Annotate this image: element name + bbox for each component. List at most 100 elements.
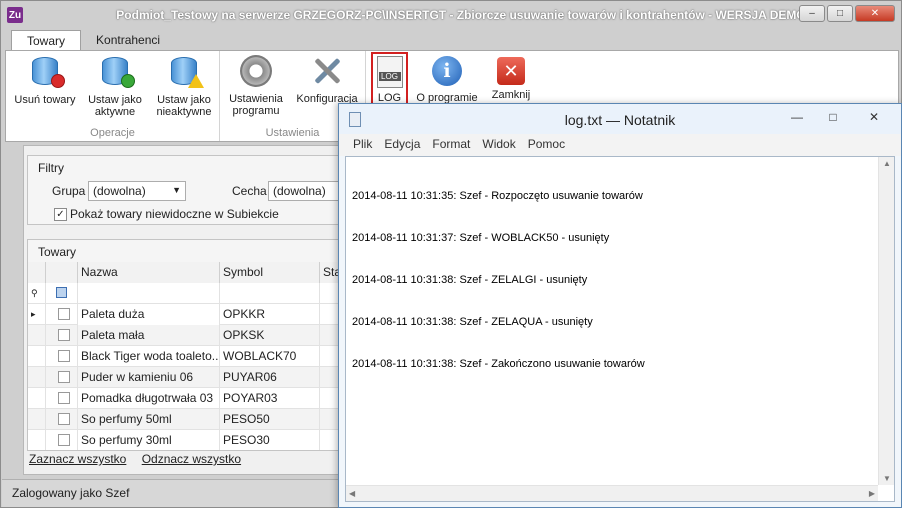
row-indicator: ▸ (28, 304, 46, 325)
row-checkbox[interactable] (58, 329, 70, 341)
program-settings-button[interactable]: Ustawienia programu (224, 53, 288, 117)
log-file-tag: LOG (378, 72, 401, 81)
cell-symbol: PESO50 (220, 409, 320, 430)
program-settings-label-1: Ustawienia (229, 93, 283, 105)
products-title: Towary (38, 245, 77, 259)
header-check-cell (46, 262, 78, 283)
table-row[interactable]: Black Tiger woda toaleto... WOBLACK70 (28, 346, 342, 367)
selection-links: Zaznacz wszystko Odznacz wszystko (29, 452, 253, 466)
notepad-window-controls: — □ ✕ (779, 106, 897, 128)
program-settings-label-2: programu (232, 105, 280, 117)
table-row[interactable]: Paleta mała OPKSK (28, 325, 342, 346)
maximize-button[interactable]: □ (827, 5, 853, 22)
group-select[interactable]: (dowolna) ▼ (88, 181, 186, 201)
tab-kontrahenci[interactable]: Kontrahenci (81, 30, 175, 51)
feature-select-value: (dowolna) (273, 184, 326, 198)
scroll-right-icon[interactable]: ▶ (869, 489, 875, 498)
products-group: Towary Nazwa Symbol Sta ⚲ ▸ Paleta duża … (27, 239, 343, 451)
tab-towary[interactable]: Towary (11, 30, 82, 51)
log-line: 2014-08-11 10:31:38: Szef - Zakończono u… (352, 358, 645, 370)
header-indicator-cell (28, 262, 46, 283)
cell-nazwa: Pomadka długotrwała 03 (78, 388, 220, 409)
notepad-minimize-button[interactable]: — (779, 106, 815, 128)
cell-symbol: OPKKR (220, 304, 320, 325)
notepad-window: log.txt — Notatnik — □ ✕ Plik Edycja For… (338, 103, 902, 508)
vertical-scrollbar[interactable]: ▲ ▼ (878, 157, 894, 485)
show-hidden-label: Pokaż towary niewidoczne w Subiekcie (70, 207, 279, 221)
notepad-close-button[interactable]: ✕ (851, 106, 897, 128)
close-app-button[interactable]: ✕ Zamknij (486, 53, 536, 101)
row-checkbox[interactable] (58, 413, 70, 425)
menu-widok[interactable]: Widok (476, 134, 521, 156)
scroll-up-icon[interactable]: ▲ (883, 159, 891, 168)
info-icon: i (432, 56, 462, 86)
horizontal-scrollbar[interactable]: ◀ ▶ (346, 485, 878, 501)
notepad-menu-bar: Plik Edycja Format Widok Pomoc (339, 134, 901, 156)
menu-pomoc[interactable]: Pomoc (522, 134, 571, 156)
ribbon-tabs: Towary Kontrahenci (11, 30, 175, 51)
filter-pin-icon: ⚲ (28, 283, 46, 304)
scroll-left-icon[interactable]: ◀ (349, 489, 355, 498)
table-row[interactable]: So perfumy 50ml PESO50 (28, 409, 342, 430)
log-line: 2014-08-11 10:31:38: Szef - ZELAQUA - us… (352, 316, 593, 328)
menu-edycja[interactable]: Edycja (378, 134, 426, 156)
filter-check-cell (46, 283, 78, 304)
filter-select-icon[interactable] (56, 287, 67, 298)
show-hidden-checkbox[interactable]: ✓ (54, 208, 67, 221)
notepad-text-area[interactable]: 2014-08-11 10:31:35: Szef - Rozpoczęto u… (345, 156, 895, 502)
cell-nazwa: Black Tiger woda toaleto... (78, 346, 220, 367)
delete-products-button[interactable]: Usuń towary (10, 53, 80, 106)
row-checkbox[interactable] (58, 350, 70, 362)
table-row[interactable]: Puder w kamieniu 06 PUYAR06 (28, 367, 342, 388)
cell-nazwa: Paleta duża (78, 304, 220, 325)
log-line: 2014-08-11 10:31:38: Szef - ZELALGI - us… (352, 274, 588, 286)
set-active-button[interactable]: Ustaw jako aktywne (82, 53, 148, 118)
menu-format[interactable]: Format (426, 134, 476, 156)
close-button[interactable]: ✕ (855, 5, 895, 22)
group-select-value: (dowolna) (93, 184, 146, 198)
gear-icon (240, 55, 272, 87)
about-button[interactable]: i O programie (414, 53, 480, 104)
row-indicator (28, 409, 46, 430)
notepad-title-bar: log.txt — Notatnik — □ ✕ (339, 104, 901, 134)
log-button[interactable]: LOG LOG (371, 52, 408, 106)
database-warning-icon (170, 56, 204, 88)
cell-symbol: PUYAR06 (220, 367, 320, 388)
row-checkbox[interactable] (58, 392, 70, 404)
deselect-all-link[interactable]: Odznacz wszystko (142, 452, 241, 466)
row-checkbox[interactable] (58, 308, 70, 320)
row-indicator (28, 346, 46, 367)
cell-symbol: WOBLACK70 (220, 346, 320, 367)
minimize-button[interactable]: – (799, 5, 825, 22)
cell-nazwa: Puder w kamieniu 06 (78, 367, 220, 388)
row-checkbox[interactable] (58, 434, 70, 446)
log-line: 2014-08-11 10:31:37: Szef - WOBLACK50 - … (352, 232, 610, 244)
row-indicator (28, 367, 46, 388)
ribbon-group-operacje: Usuń towary Ustaw jako aktywne Ustaw jak… (6, 51, 220, 141)
grid-header: Nazwa Symbol Sta (28, 262, 342, 283)
cell-symbol: OPKSK (220, 325, 320, 346)
table-row[interactable]: Pomadka długotrwała 03 POYAR03 (28, 388, 342, 409)
delete-products-label: Usuń towary (14, 94, 76, 106)
cell-nazwa: So perfumy 50ml (78, 409, 220, 430)
scroll-down-icon[interactable]: ▼ (883, 474, 891, 483)
window-controls: – □ ✕ (799, 5, 895, 22)
menu-plik[interactable]: Plik (347, 134, 378, 156)
column-header-symbol[interactable]: Symbol (220, 262, 320, 283)
row-checkbox[interactable] (58, 371, 70, 383)
table-row[interactable]: ▸ Paleta duża OPKKR (28, 304, 342, 325)
feature-select[interactable]: (dowolna) (268, 181, 344, 201)
select-all-link[interactable]: Zaznacz wszystko (29, 452, 126, 466)
table-row[interactable]: So perfumy 30ml PESO30 (28, 430, 342, 450)
filter-nazwa-input[interactable] (78, 283, 220, 304)
set-inactive-button[interactable]: Ustaw jako nieaktywne (150, 53, 218, 118)
notepad-maximize-button[interactable]: □ (815, 106, 851, 128)
close-icon: ✕ (497, 57, 525, 85)
window-title: Podmiot_Testowy na serwerze GRZEGORZ-PC\… (116, 8, 806, 22)
filter-symbol-input[interactable] (220, 283, 320, 304)
cell-nazwa: Paleta mała (78, 325, 220, 346)
configuration-button[interactable]: Konfiguracja (292, 53, 362, 105)
chevron-down-icon: ▼ (172, 185, 181, 195)
column-header-nazwa[interactable]: Nazwa (78, 262, 220, 283)
row-indicator (28, 388, 46, 409)
